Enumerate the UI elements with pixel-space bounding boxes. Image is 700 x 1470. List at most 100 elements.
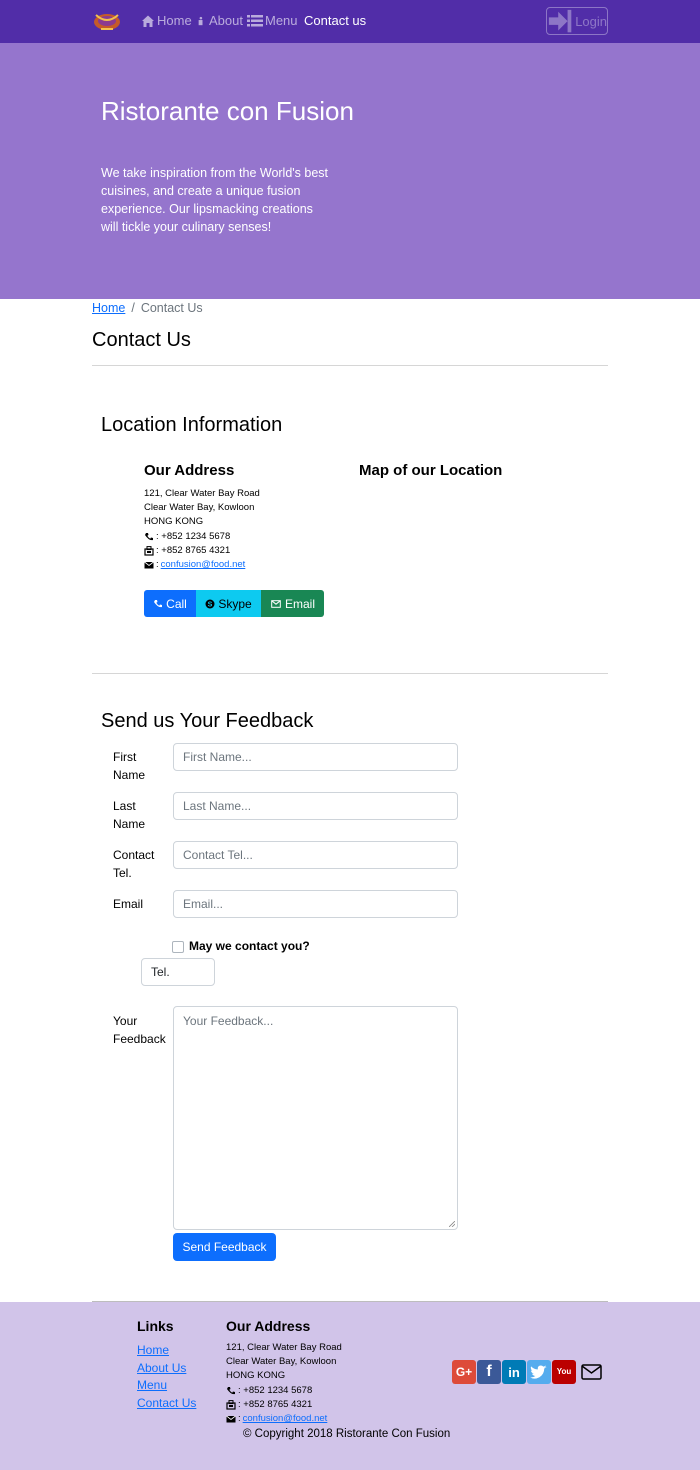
fax-icon	[144, 546, 154, 556]
last-name-label: Last Name	[113, 799, 146, 831]
facebook-glyph: f	[486, 1363, 492, 1380]
breadcrumb-home-link[interactable]: Home	[92, 301, 125, 315]
footer-phone: : +852 1234 5678	[238, 1384, 313, 1396]
footer-address-title: Our Address	[226, 1318, 311, 1334]
facebook-icon[interactable]: f	[477, 1360, 501, 1384]
phone-icon	[227, 1386, 235, 1394]
skype-icon: S	[205, 599, 215, 608]
envelope-icon	[226, 1415, 236, 1423]
footer-link-menu[interactable]: Menu	[137, 1377, 196, 1395]
feedback-textarea[interactable]: Your Feedback...	[173, 1006, 458, 1230]
login-button[interactable]: Login	[546, 7, 608, 35]
jumbotron-text: We take inspiration from the World's bes…	[101, 166, 329, 234]
address-line: HONG KONG	[226, 1370, 286, 1382]
call-button[interactable]: Call	[144, 590, 196, 617]
contact-method-select[interactable]: Tel.	[141, 958, 215, 986]
address-line: 121, Clear Water Bay Road	[144, 488, 260, 499]
email-link[interactable]: confusion@food.net	[161, 558, 246, 572]
tel-input[interactable]	[173, 841, 458, 869]
info-icon	[198, 16, 203, 25]
breadcrumb: Home / Contact Us	[92, 301, 203, 315]
nav-contact[interactable]: Contact us	[304, 13, 366, 28]
nav-menu[interactable]: Menu	[247, 13, 298, 28]
email-row: : confusion@food.net	[144, 558, 260, 572]
email-input[interactable]	[173, 890, 458, 918]
footer-email-prefix: :	[238, 1413, 241, 1425]
linkedin-icon[interactable]: in	[502, 1360, 526, 1384]
envelope-icon	[144, 561, 154, 569]
logo-icon[interactable]	[92, 9, 122, 33]
footer-email-row: : confusion@food.net	[226, 1412, 342, 1426]
contact-checkbox-label: May we contact you?	[189, 939, 310, 953]
map-title: Map of our Location	[359, 462, 503, 479]
footer-fax-row: : +852 8765 4321	[226, 1398, 342, 1412]
jumbotron: Ristorante con Fusion We take inspiratio…	[0, 43, 700, 299]
google-plus-glyph: G+	[455, 1365, 473, 1379]
email-label: Email	[113, 897, 144, 911]
address-title: Our Address	[144, 462, 235, 479]
address-line: Clear Water Bay, Kowloon	[226, 1356, 337, 1368]
email-button[interactable]: Email	[261, 590, 324, 617]
address-line: Clear Water Bay, Kowloon	[144, 502, 255, 514]
fax-icon	[226, 1400, 236, 1410]
breadcrumb-current: Contact Us	[140, 301, 203, 315]
footer-fax: : +852 8765 4321	[238, 1398, 313, 1410]
phone-icon	[154, 599, 163, 607]
breadcrumb-separator: /	[131, 301, 135, 315]
address-line: HONG KONG	[144, 516, 204, 528]
footer-link-home[interactable]: Home	[137, 1342, 196, 1360]
footer-link-about[interactable]: About Us	[137, 1360, 196, 1378]
page-title: Contact Us	[92, 329, 191, 351]
contact-method-value: Tel.	[151, 965, 170, 979]
nav-menu-label: Menu	[265, 13, 298, 28]
call-label: Call	[166, 596, 187, 611]
divider	[92, 673, 608, 674]
phone-number: : +852 1234 5678	[156, 530, 231, 542]
fax-number: : +852 8765 4321	[156, 544, 231, 556]
email-label: Email	[284, 596, 315, 611]
fax-row: : +852 8765 4321	[144, 544, 260, 558]
address-line: 121, Clear Water Bay Road	[226, 1342, 342, 1353]
feedback-label: Your Feedback	[113, 1014, 166, 1046]
resize-grip-icon[interactable]	[449, 1221, 455, 1227]
phone-icon	[145, 532, 153, 540]
nav-contact-label: Contact us	[304, 13, 367, 28]
twitter-icon[interactable]	[527, 1360, 551, 1384]
envelope-icon	[271, 599, 281, 608]
feedback-title: Send us Your Feedback	[101, 710, 314, 732]
google-plus-icon[interactable]: G+	[452, 1360, 476, 1384]
send-feedback-button[interactable]: Send Feedback	[173, 1233, 276, 1261]
footer-address: 121, Clear Water Bay Road Clear Water Ba…	[226, 1341, 342, 1426]
nav-about-label: About	[209, 13, 243, 28]
footer-link-contact[interactable]: Contact Us	[137, 1395, 196, 1413]
phone-row: : +852 1234 5678	[144, 530, 260, 544]
contact-checkbox[interactable]	[172, 941, 184, 953]
first-name-label: First Name	[113, 750, 146, 782]
jumbotron-title: Ristorante con Fusion	[101, 96, 354, 126]
first-name-input[interactable]	[173, 743, 458, 771]
skype-label: Skype	[218, 596, 252, 611]
last-name-input[interactable]	[173, 792, 458, 820]
footer-links-title: Links	[137, 1318, 174, 1334]
youtube-icon[interactable]: You	[552, 1360, 576, 1384]
linkedin-glyph: in	[508, 1364, 520, 1380]
send-feedback-label: Send Feedback	[182, 1240, 267, 1254]
footer-links: Home About Us Menu Contact Us	[137, 1342, 196, 1413]
email-prefix: :	[156, 559, 159, 571]
address-block: 121, Clear Water Bay Road Clear Water Ba…	[144, 487, 260, 572]
navbar: Home About Menu Contact us Login	[0, 0, 700, 43]
envelope-icon[interactable]	[581, 1363, 603, 1381]
feedback-placeholder: Your Feedback...	[183, 1014, 274, 1028]
svg-text:S: S	[208, 601, 213, 608]
copyright: © Copyright 2018 Ristorante Con Fusion	[243, 1428, 451, 1440]
nav-about[interactable]: About	[198, 13, 243, 28]
skype-button[interactable]: S Skype	[196, 590, 261, 617]
nav-home[interactable]: Home	[141, 13, 192, 28]
social-links: G+ f in You	[452, 1360, 603, 1384]
contact-button-group: Call S Skype Email	[144, 590, 324, 617]
nav-home-label: Home	[157, 13, 192, 28]
twitter-bird	[530, 1365, 547, 1379]
footer-email-link[interactable]: confusion@food.net	[243, 1412, 328, 1426]
login-label: Login	[575, 13, 607, 29]
footer-divider	[92, 1301, 608, 1302]
